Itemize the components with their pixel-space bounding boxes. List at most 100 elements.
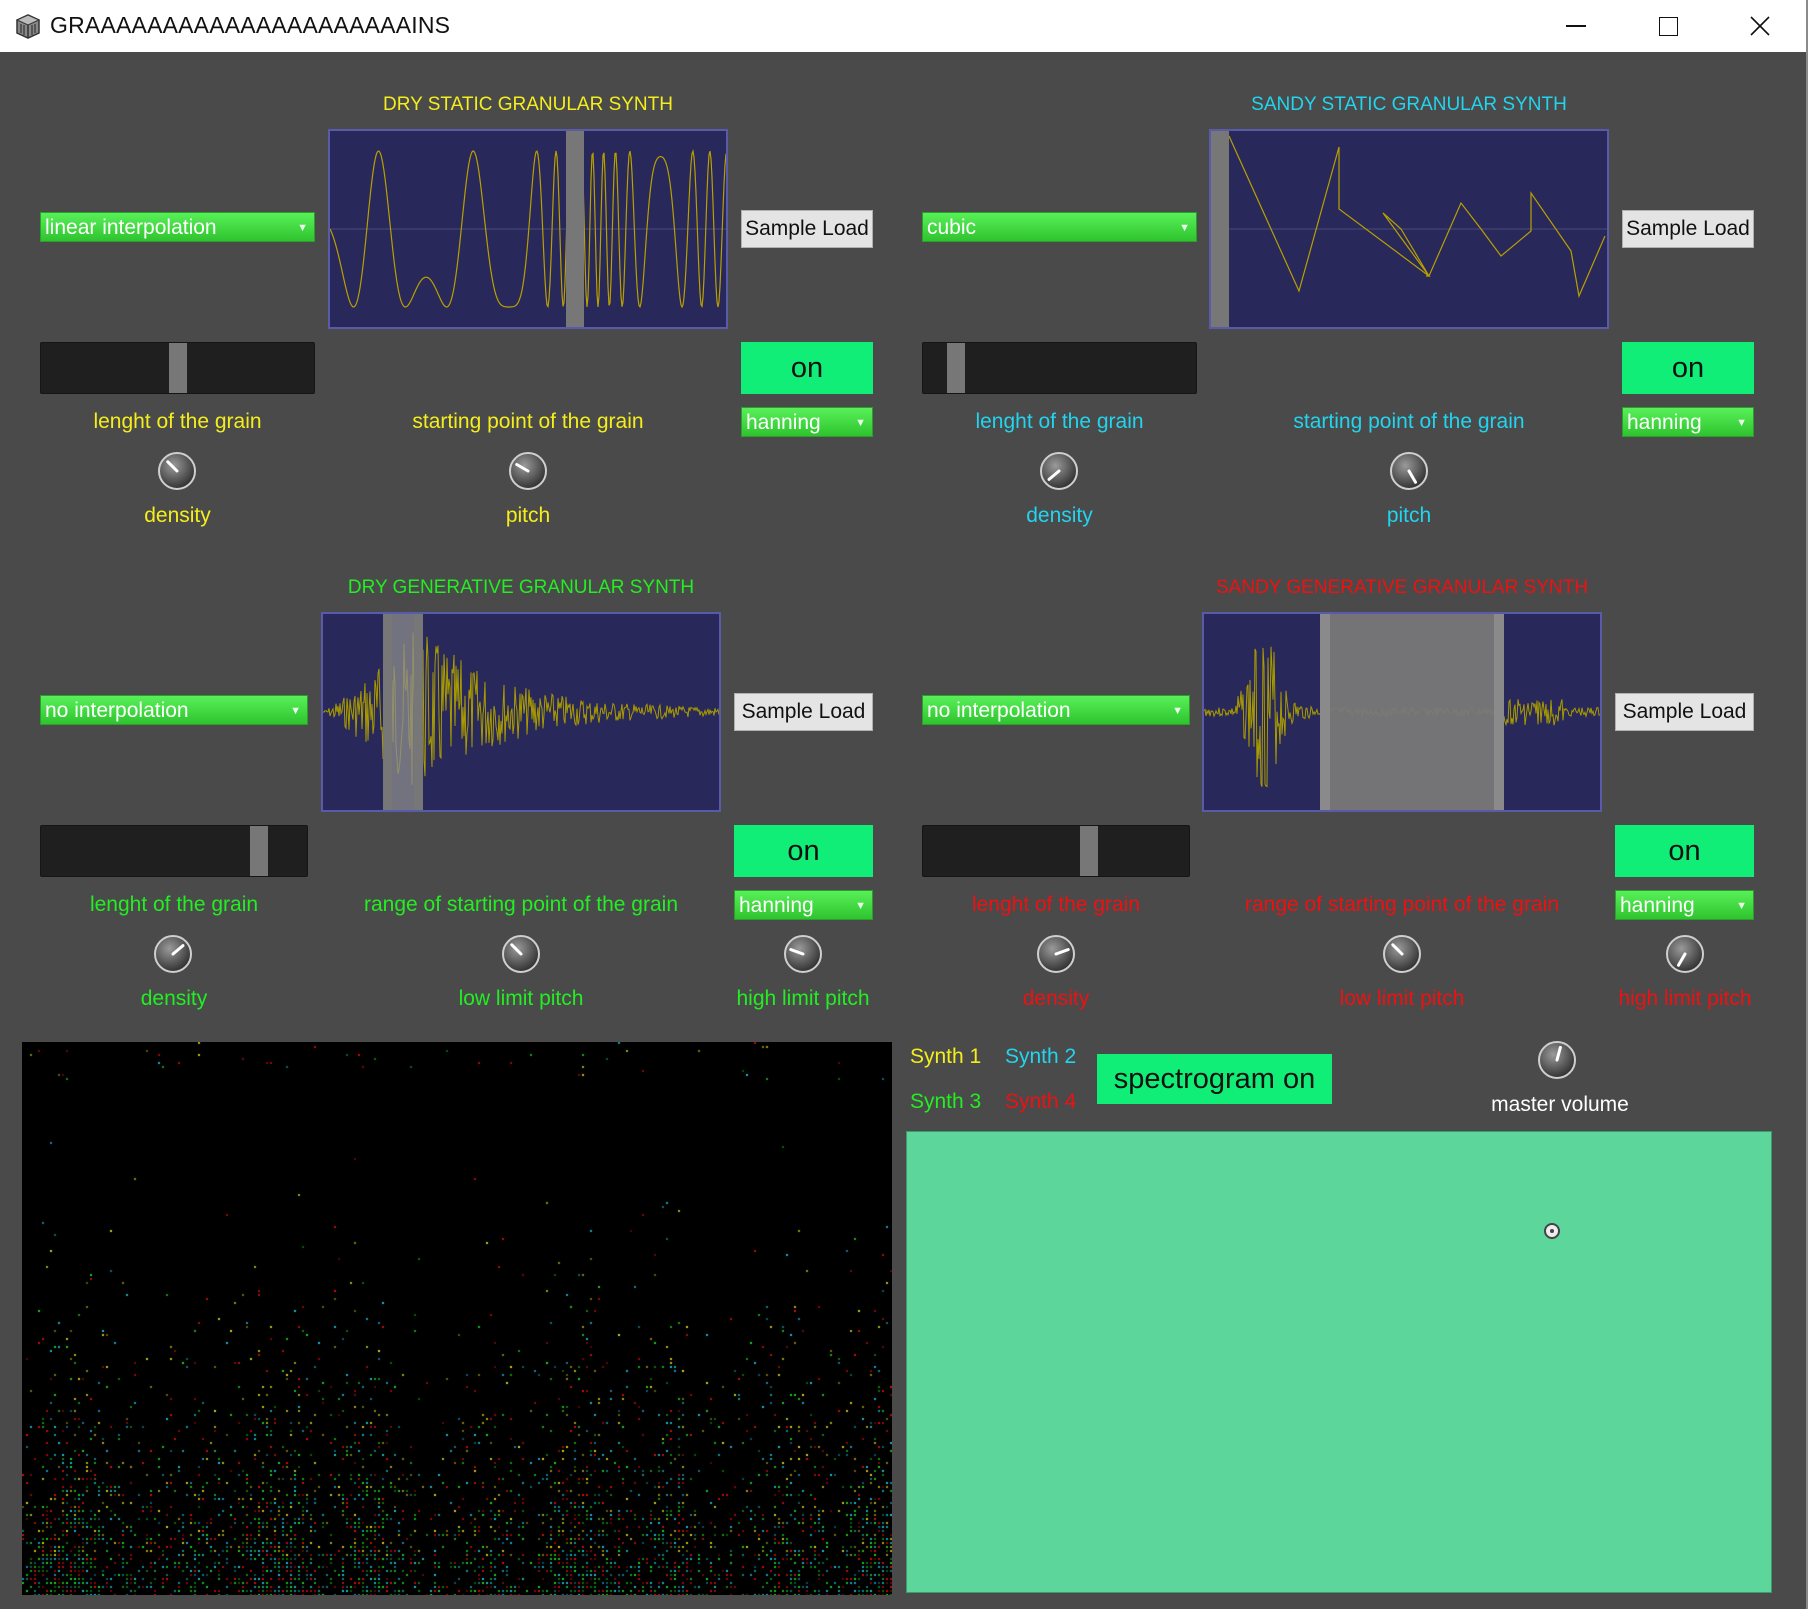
synth4-title: SANDY GENERATIVE GRANULAR SYNTH — [1216, 577, 1588, 598]
knob-icon — [1037, 935, 1075, 973]
synth4-grain-length-label: lenght of the grain — [971, 893, 1141, 916]
chevron-down-icon: ▼ — [297, 222, 308, 234]
synth1-grain-length-label: lenght of the grain — [93, 410, 262, 433]
synth3-low-pitch-label: low limit pitch — [458, 987, 584, 1010]
chevron-down-icon: ▼ — [855, 417, 866, 429]
synth2-density-knob[interactable] — [1039, 451, 1079, 491]
maximize-icon — [1658, 16, 1678, 36]
synth1-window-select[interactable]: hanning ▼ — [741, 407, 873, 437]
legend-synth-1: Synth 1 — [910, 1045, 982, 1068]
synth3-start-range-label: range of starting point of the grain — [363, 893, 679, 916]
knob-icon — [1390, 452, 1428, 490]
synth2-window-select[interactable]: hanning ▼ — [1622, 407, 1754, 437]
synth2-waveform[interactable] — [1209, 129, 1609, 329]
slider-thumb[interactable] — [1080, 826, 1098, 876]
knob-icon — [158, 452, 196, 490]
synth4-high-pitch-knob[interactable] — [1665, 934, 1705, 974]
synth4-range-handle-right[interactable] — [1494, 614, 1504, 810]
synth3-title: DRY GENERATIVE GRANULAR SYNTH — [347, 577, 695, 598]
synth3-density-knob[interactable] — [153, 934, 193, 974]
xy-pad[interactable] — [906, 1131, 1772, 1593]
close-icon — [1750, 16, 1770, 36]
spectrogram-display — [22, 1042, 892, 1595]
master-volume-knob[interactable] — [1537, 1040, 1577, 1080]
synth4-low-pitch-label: low limit pitch — [1339, 987, 1465, 1010]
synth2-density-label: density — [1026, 504, 1093, 527]
synth4-range-handle-left[interactable] — [1320, 614, 1330, 810]
synth1-title: DRY STATIC GRANULAR SYNTH — [383, 94, 673, 115]
knob-icon — [154, 935, 192, 973]
synth2-grain-length-slider[interactable] — [922, 342, 1197, 394]
synth4-window-select[interactable]: hanning ▼ — [1615, 890, 1754, 920]
synth2-pitch-knob[interactable] — [1389, 451, 1429, 491]
chevron-down-icon: ▼ — [1736, 417, 1747, 429]
master-volume-label: master volume — [1491, 1093, 1629, 1116]
chevron-down-icon: ▼ — [1179, 222, 1190, 234]
synth2-start-marker[interactable] — [1211, 131, 1229, 327]
synth4-low-pitch-knob[interactable] — [1382, 934, 1422, 974]
synth4-sample-load-button[interactable]: Sample Load — [1615, 693, 1754, 731]
synth3-range-handle-left[interactable] — [383, 614, 392, 810]
xy-pad-cursor[interactable] — [1544, 1223, 1560, 1239]
synth1-power-button[interactable]: on — [741, 342, 873, 394]
synth1-waveform[interactable] — [328, 129, 728, 329]
synth2-grain-length-label: lenght of the grain — [975, 410, 1144, 433]
legend-synth-2: Synth 2 — [1005, 1045, 1077, 1068]
slider-thumb[interactable] — [250, 826, 268, 876]
app-body: DRY STATIC GRANULAR SYNTH linear interpo… — [0, 52, 1808, 1609]
synth3-high-pitch-knob[interactable] — [783, 934, 823, 974]
synth4-grain-length-slider[interactable] — [922, 825, 1190, 877]
synth2-title: SANDY STATIC GRANULAR SYNTH — [1251, 94, 1567, 115]
synth1-pitch-label: pitch — [505, 504, 551, 527]
synth3-sample-load-button[interactable]: Sample Load — [734, 693, 873, 731]
spectrogram-toggle-button[interactable]: spectrogram on — [1097, 1054, 1332, 1104]
legend-synth-3: Synth 3 — [910, 1090, 982, 1113]
synth2-sample-load-button[interactable]: Sample Load — [1622, 210, 1754, 248]
synth4-power-button[interactable]: on — [1615, 825, 1754, 877]
close-button[interactable] — [1714, 0, 1806, 52]
synth1-sample-load-button[interactable]: Sample Load — [741, 210, 873, 248]
slider-thumb[interactable] — [947, 343, 965, 393]
knob-icon — [1040, 452, 1078, 490]
synth4-start-range[interactable] — [1320, 614, 1504, 810]
synth3-high-pitch-label: high limit pitch — [736, 987, 870, 1010]
minimize-button[interactable] — [1530, 0, 1622, 52]
title-bar: GRAAAAAAAAAAAAAAAAAAAAAINS — [0, 0, 1808, 52]
synth2-start-label: starting point of the grain — [1293, 410, 1525, 433]
synth3-grain-length-label: lenght of the grain — [89, 893, 259, 916]
synth3-interpolation-select[interactable]: no interpolation ▼ — [40, 695, 308, 725]
synth4-start-range-label: range of starting point of the grain — [1244, 893, 1560, 916]
synth3-density-label: density — [140, 987, 208, 1010]
legend-synth-4: Synth 4 — [1005, 1090, 1077, 1113]
chevron-down-icon: ▼ — [855, 900, 866, 912]
synth1-grain-length-slider[interactable] — [40, 342, 315, 394]
synth4-interpolation-select[interactable]: no interpolation ▼ — [922, 695, 1190, 725]
synth4-density-knob[interactable] — [1036, 934, 1076, 974]
maximize-button[interactable] — [1622, 0, 1714, 52]
minimize-icon — [1566, 25, 1586, 27]
app-icon — [14, 12, 42, 40]
synth3-waveform[interactable] — [321, 612, 721, 812]
synth2-power-button[interactable]: on — [1622, 342, 1754, 394]
slider-thumb[interactable] — [169, 343, 187, 393]
knob-icon — [784, 935, 822, 973]
synth4-waveform[interactable] — [1202, 612, 1602, 812]
chevron-down-icon: ▼ — [1172, 705, 1183, 717]
knob-icon — [1666, 935, 1704, 973]
synth3-grain-length-slider[interactable] — [40, 825, 308, 877]
synth2-pitch-label: pitch — [1386, 504, 1432, 527]
synth1-density-knob[interactable] — [157, 451, 197, 491]
synth1-start-marker[interactable] — [566, 131, 584, 327]
synth1-pitch-knob[interactable] — [508, 451, 548, 491]
synth3-power-button[interactable]: on — [734, 825, 873, 877]
synth4-density-label: density — [1022, 987, 1090, 1010]
synth4-high-pitch-label: high limit pitch — [1618, 987, 1752, 1010]
knob-icon — [1538, 1041, 1576, 1079]
synth1-density-label: density — [144, 504, 211, 527]
synth1-interpolation-select[interactable]: linear interpolation ▼ — [40, 212, 315, 242]
synth3-range-handle-right[interactable] — [414, 614, 423, 810]
synth3-window-select[interactable]: hanning ▼ — [734, 890, 873, 920]
synth2-interpolation-select[interactable]: cubic ▼ — [922, 212, 1197, 242]
knob-icon — [509, 452, 547, 490]
synth3-low-pitch-knob[interactable] — [501, 934, 541, 974]
